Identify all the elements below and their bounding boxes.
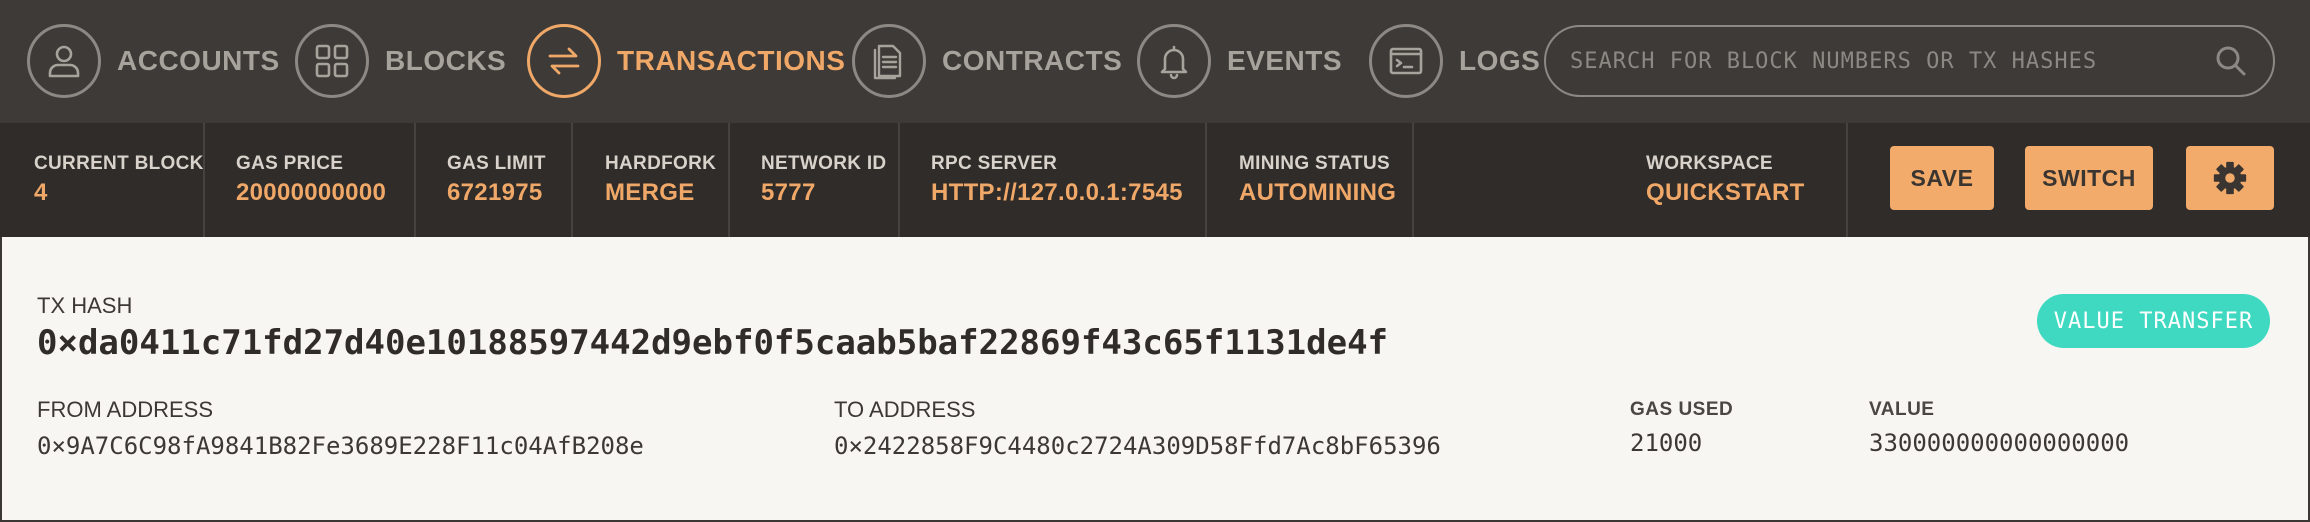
stat-value: MERGE — [605, 179, 695, 206]
bell-icon — [1137, 24, 1211, 98]
swap-arrows-icon — [527, 24, 601, 98]
stat-workspace: WORKSPACE QUICKSTART — [1614, 123, 1805, 237]
gas-used-value: 21000 — [1630, 429, 1703, 457]
tx-hash: 0×da0411c71fd27d40e10188597442d9ebf0f5ca… — [37, 323, 1389, 363]
stat-label: GAS LIMIT — [447, 153, 546, 174]
status-bar: CURRENT BLOCK 4 GAS PRICE 20000000000 GA… — [0, 123, 2310, 237]
divider — [1846, 123, 1848, 237]
stat-label: GAS PRICE — [236, 153, 344, 174]
search-bar[interactable] — [1544, 25, 2275, 97]
value-label: VALUE — [1869, 399, 1935, 420]
stat-value: HTTP://127.0.0.1:7545 — [931, 179, 1183, 206]
search-input[interactable] — [1570, 48, 2213, 74]
nav-blocks[interactable]: BLOCKS — [295, 24, 506, 98]
stat-gas-price: GAS PRICE 20000000000 — [204, 123, 386, 237]
to-address-label: TO ADDRESS — [834, 397, 976, 422]
stat-hardfork: HARDFORK MERGE — [573, 123, 716, 237]
nav-accounts-label: ACCOUNTS — [117, 45, 280, 76]
stat-value: QUICKSTART — [1646, 179, 1805, 206]
gas-used-label: GAS USED — [1630, 399, 1734, 420]
stat-value: 5777 — [761, 179, 816, 206]
gear-icon — [2213, 161, 2247, 195]
from-address-label: FROM ADDRESS — [37, 397, 214, 422]
switch-button[interactable]: SWITCH — [2025, 146, 2153, 210]
save-button[interactable]: SAVE — [1890, 146, 1994, 210]
stat-mining-status: MINING STATUS AUTOMINING — [1207, 123, 1396, 237]
nav-contracts-label: CONTRACTS — [942, 45, 1123, 76]
stat-label: CURRENT BLOCK — [34, 153, 204, 174]
nav-logs-label: LOGS — [1459, 45, 1541, 76]
stat-label: HARDFORK — [605, 153, 717, 174]
stat-label: MINING STATUS — [1239, 153, 1390, 174]
stat-value: AUTOMINING — [1239, 179, 1397, 206]
from-address: 0×9A7C6C98fA9841B82Fe3689E228F11c04AfB20… — [37, 432, 644, 460]
nav-transactions-label: TRANSACTIONS — [617, 45, 846, 76]
to-address: 0×2422858F9C4480c2724A309D58Ffd7Ac8bF653… — [834, 432, 1441, 460]
nav-blocks-label: BLOCKS — [385, 45, 507, 76]
terminal-icon — [1369, 24, 1443, 98]
nav-events-label: EVENTS — [1227, 45, 1343, 76]
stat-label: NETWORK ID — [761, 153, 887, 174]
nav-transactions[interactable]: TRANSACTIONS — [527, 24, 845, 98]
stat-value: 20000000000 — [236, 179, 387, 206]
user-icon — [27, 24, 101, 98]
divider — [1412, 123, 1414, 237]
stat-label: RPC SERVER — [931, 153, 1058, 174]
nav-events[interactable]: EVENTS — [1137, 24, 1342, 98]
tx-hash-label: TX HASH — [37, 293, 133, 318]
transaction-detail: TX HASH 0×da0411c71fd27d40e10188597442d9… — [2, 237, 2308, 520]
settings-button[interactable] — [2186, 146, 2274, 210]
stat-label: WORKSPACE — [1646, 153, 1773, 174]
tx-type-badge: VALUE TRANSFER — [2037, 294, 2270, 348]
nav-contracts[interactable]: CONTRACTS — [852, 24, 1122, 98]
nav-accounts[interactable]: ACCOUNTS — [27, 24, 280, 98]
stat-current-block: CURRENT BLOCK 4 — [2, 123, 204, 237]
stat-gas-limit: GAS LIMIT 6721975 — [415, 123, 546, 237]
stat-rpc-server: RPC SERVER HTTP://127.0.0.1:7545 — [899, 123, 1183, 237]
stat-value: 6721975 — [447, 179, 543, 206]
stat-network-id: NETWORK ID 5777 — [729, 123, 886, 237]
value-amount: 330000000000000000 — [1869, 429, 2130, 457]
grid-icon — [295, 24, 369, 98]
search-icon[interactable] — [2213, 43, 2249, 79]
top-navigation: ACCOUNTS BLOCKS TRANSACTIONS CONTRACTS E… — [0, 0, 2310, 123]
document-icon — [852, 24, 926, 98]
stat-value: 4 — [34, 179, 48, 206]
nav-logs[interactable]: LOGS — [1369, 24, 1540, 98]
